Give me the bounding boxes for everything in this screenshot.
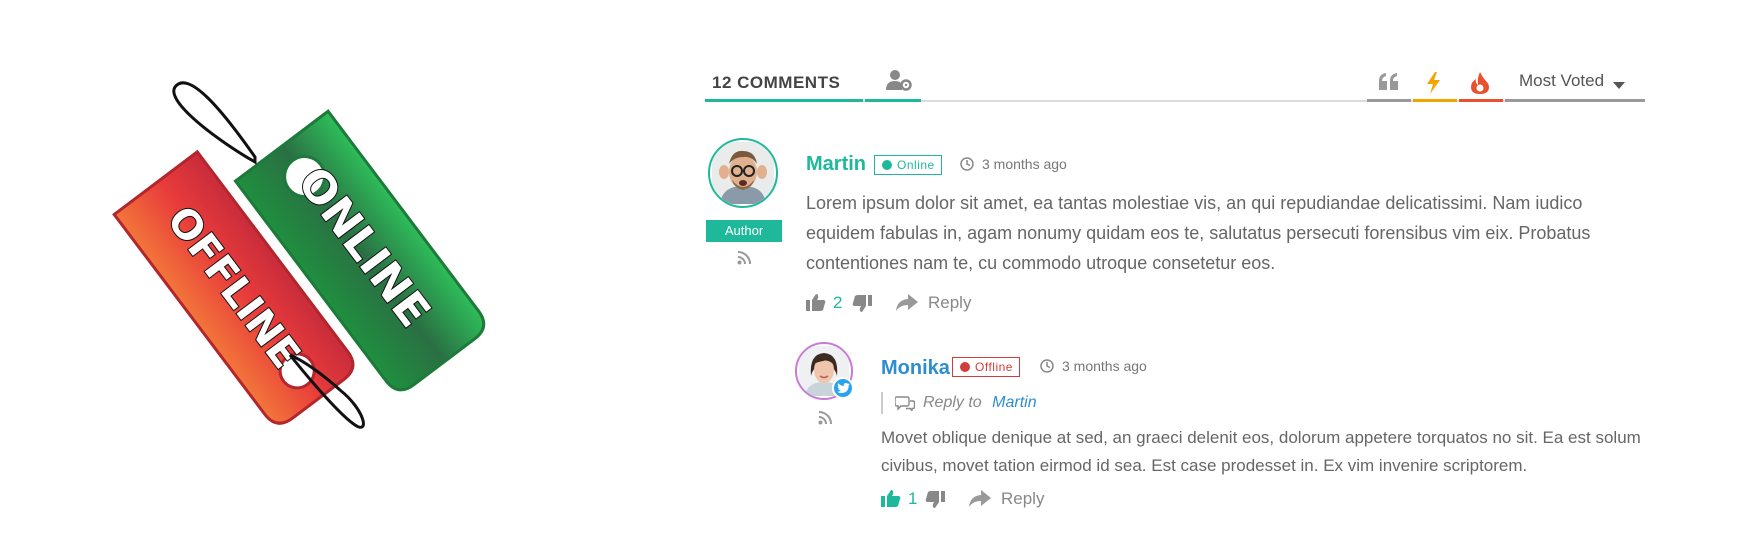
- reply-to-author-link[interactable]: Martin: [992, 394, 1036, 411]
- online-dot-icon: [882, 160, 892, 170]
- sort-hottest-button[interactable]: [1459, 64, 1503, 102]
- tab-user-settings[interactable]: [865, 64, 921, 102]
- reply-to-label: Reply to: [923, 394, 982, 411]
- sort-trending-button[interactable]: [1413, 64, 1457, 102]
- rss-icon[interactable]: [737, 251, 751, 265]
- clock-icon: [960, 157, 974, 171]
- timestamp-text: 3 months ago: [982, 156, 1067, 172]
- comment-timestamp[interactable]: 3 months ago: [960, 156, 1067, 172]
- avatar-photo-martin: [712, 142, 774, 204]
- twitter-icon[interactable]: [832, 377, 854, 399]
- timestamp-text: 3 months ago: [1062, 358, 1147, 374]
- reply-to-indicator: Reply to Martin: [881, 392, 1037, 414]
- vote-count: 1: [908, 489, 918, 508]
- tab-comments-count[interactable]: 12 COMMENTS: [705, 64, 863, 102]
- comment-timestamp[interactable]: 3 months ago: [1040, 358, 1147, 374]
- rss-icon[interactable]: [818, 411, 832, 425]
- thumbs-down-icon[interactable]: [852, 295, 872, 313]
- status-label: Online: [897, 158, 935, 172]
- thumbs-down-icon[interactable]: [925, 491, 945, 509]
- author-name-martin[interactable]: Martin: [806, 153, 866, 176]
- status-label: Offline: [975, 360, 1013, 374]
- comments-icon: [895, 396, 915, 411]
- reply-button[interactable]: Reply: [1001, 489, 1044, 509]
- author-role-label: Author: [706, 220, 782, 242]
- chevron-down-icon: [1613, 82, 1625, 89]
- sort-dropdown-label: Most Voted: [1519, 71, 1605, 90]
- reply-arrow-icon[interactable]: [896, 294, 918, 312]
- quote-icon: [1379, 73, 1398, 90]
- online-offline-tags-illustration: ONLINE OFFLINE: [112, 81, 486, 429]
- comment-body: Lorem ipsum dolor sit amet, ea tantas mo…: [806, 193, 1591, 273]
- bolt-icon: [1427, 72, 1440, 94]
- clock-icon: [1040, 359, 1054, 373]
- status-badge-offline: Offline: [952, 357, 1020, 377]
- avatar-martin[interactable]: [708, 138, 778, 208]
- comments-header: 12 COMMENTS Most Voted: [705, 64, 1645, 102]
- reply-button[interactable]: Reply: [928, 293, 971, 313]
- user-settings-icon: [886, 70, 912, 91]
- sort-newest-button[interactable]: [1367, 64, 1411, 102]
- thumbs-up-icon[interactable]: [806, 293, 826, 311]
- thumbs-up-icon[interactable]: [881, 489, 901, 507]
- vote-count: 2: [833, 293, 843, 312]
- author-name-monika[interactable]: Monika: [881, 357, 950, 380]
- sort-dropdown[interactable]: Most Voted: [1505, 64, 1645, 102]
- reply-arrow-icon[interactable]: [969, 490, 991, 508]
- twitter-bird-shape: [837, 383, 850, 393]
- fire-icon: [1471, 72, 1489, 94]
- comment-body: Movet oblique denique at sed, an graeci …: [881, 428, 1641, 475]
- status-badge-online: Online: [874, 155, 942, 175]
- offline-dot-icon: [960, 362, 970, 372]
